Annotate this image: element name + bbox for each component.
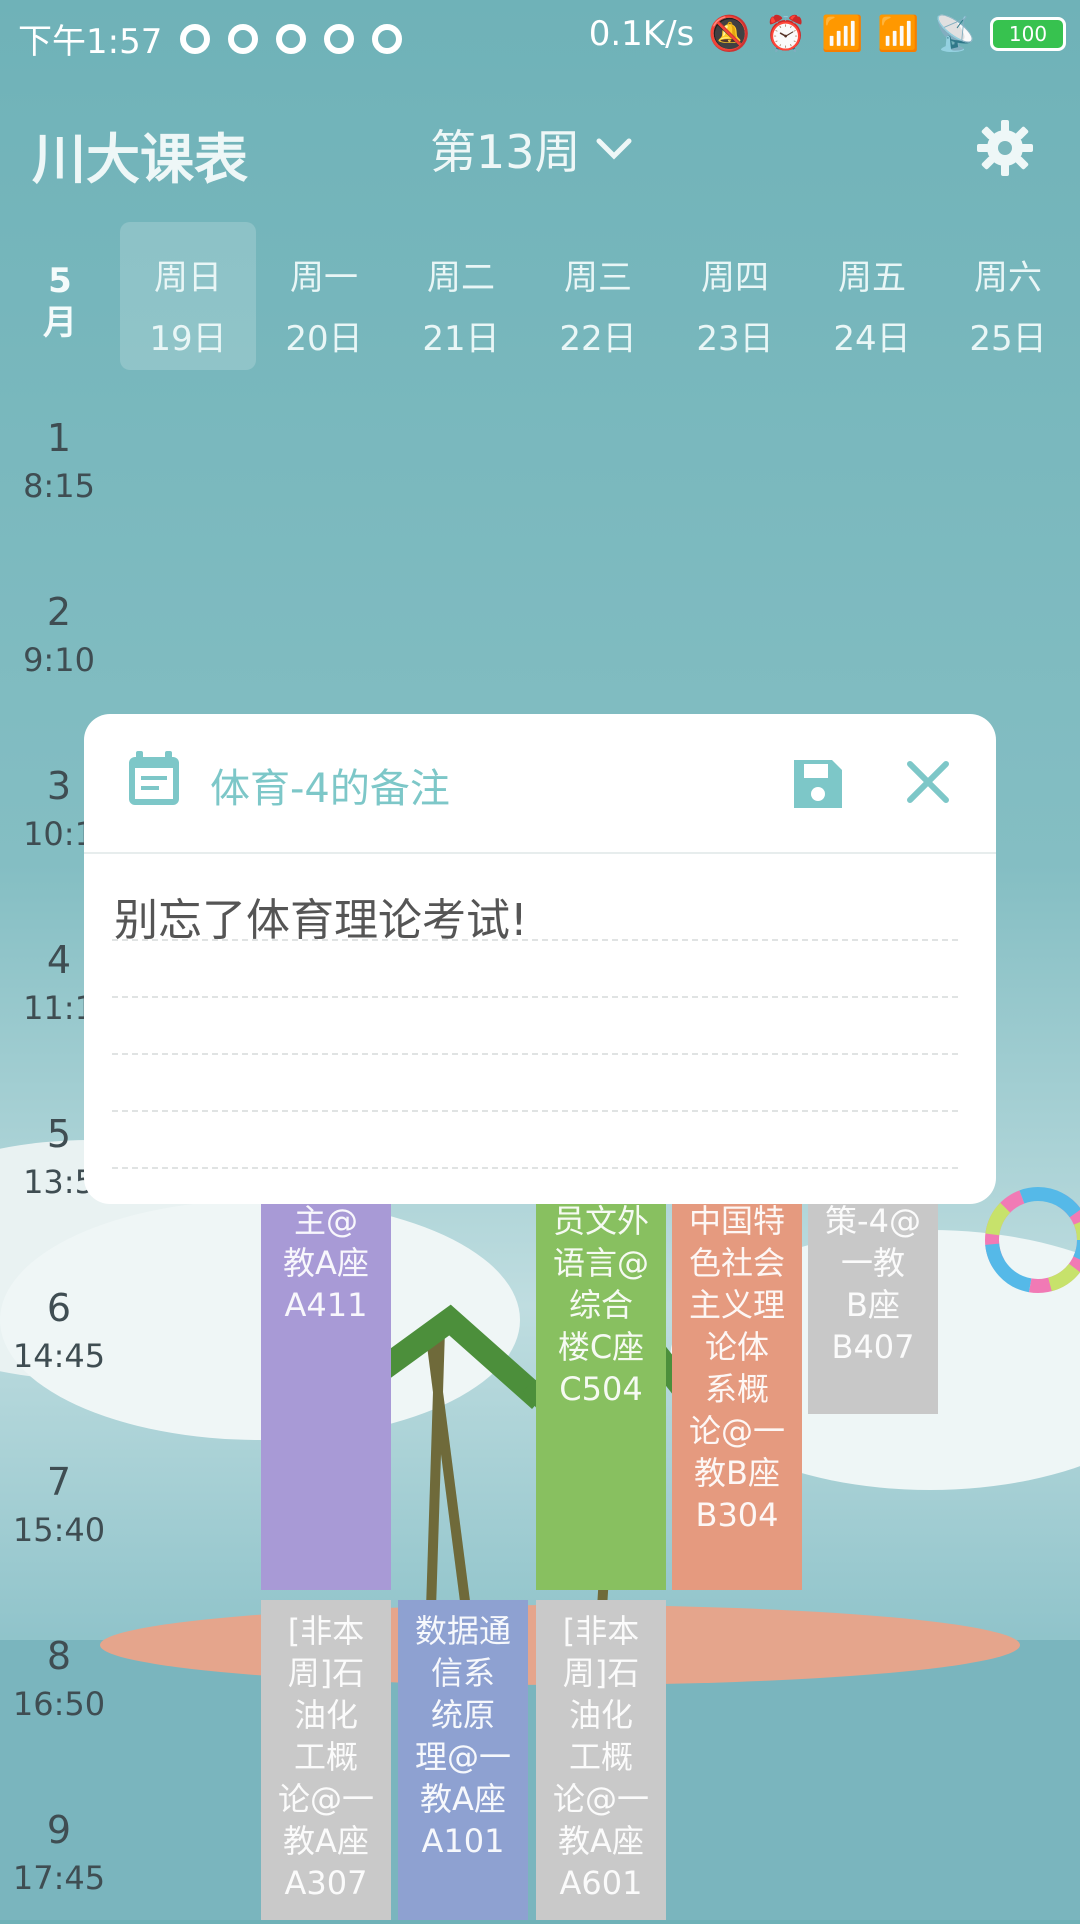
note-line — [112, 1167, 958, 1169]
battery-icon: 100 — [990, 17, 1066, 51]
period-number: 8 — [46, 1634, 72, 1678]
close-icon[interactable] — [904, 758, 952, 806]
note-line — [112, 1110, 958, 1112]
day-label: 周五 — [838, 258, 906, 298]
course-card[interactable]: 主@ 教A座 A411 — [261, 1190, 391, 1590]
course-card[interactable]: 员文外 语言@ 综合 楼C座 C504 — [536, 1190, 666, 1590]
note-dialog: 体育-4的备注 别忘了体育理论考试! — [84, 714, 996, 1204]
network-speed: 0.1K/s — [588, 14, 695, 54]
day-label: 周三 — [564, 258, 632, 298]
day-date: 19日 — [149, 319, 227, 359]
period-9: 9 17:45 — [0, 1806, 118, 1902]
week-dropdown[interactable]: 第13周 — [430, 116, 633, 182]
status-bar: 下午1:57 0.1K/s 🔕 ⏰ 📶 📶 📡 100 — [0, 0, 1080, 72]
day-label: 周日 — [154, 258, 222, 298]
course-text: [非本 周]石 油化 工概 论@一 教A座 A307 — [277, 1612, 374, 1902]
day-date: 22日 — [559, 319, 637, 359]
period-1: 1 8:15 — [0, 414, 118, 510]
month-char: 月 — [43, 303, 77, 343]
signal-icon-2: 📶 — [877, 14, 920, 54]
course-text: 员文外 语言@ 综合 楼C座 C504 — [552, 1202, 649, 1408]
day-column-sun[interactable]: 周日 19日 — [120, 222, 256, 370]
day-date: 23日 — [696, 319, 774, 359]
note-line — [112, 939, 958, 941]
mute-icon: 🔕 — [708, 14, 751, 54]
month-label: 5 月 — [28, 260, 92, 344]
chevron-down-icon — [596, 138, 632, 160]
dialog-title: 体育-4的备注 — [210, 766, 450, 812]
period-number: 2 — [46, 590, 72, 634]
day-column-fri[interactable]: 周五 24日 — [804, 222, 940, 370]
period-time: 9:10 — [23, 641, 95, 679]
notification-icon — [180, 23, 211, 54]
target-icon — [372, 23, 403, 54]
course-text: 主@ 教A座 A411 — [283, 1202, 369, 1324]
day-column-mon[interactable]: 周一 20日 — [256, 222, 392, 370]
note-line — [112, 996, 958, 998]
course-text: [非本 周]石 油化 工概 论@一 教A座 A601 — [552, 1612, 649, 1902]
day-date: 24日 — [833, 319, 911, 359]
day-date: 25日 — [969, 319, 1047, 359]
day-date: 21日 — [422, 319, 500, 359]
course-card[interactable]: 中国特 色社会 主义理 论体 系概 论@一 教B座 B304 — [672, 1190, 802, 1590]
day-label: 周二 — [427, 258, 495, 298]
course-card[interactable]: 策-4@ 一教 B座 B407 — [808, 1190, 938, 1414]
course-card[interactable]: [非本 周]石 油化 工概 论@一 教A座 A307 — [261, 1600, 391, 1920]
loading-icon — [276, 23, 307, 54]
period-8: 8 16:50 — [0, 1632, 118, 1728]
refresh-ring-icon[interactable] — [978, 1180, 1080, 1300]
course-card[interactable]: 数据通 信系 统原 理@一 教A座 A101 — [398, 1600, 528, 1920]
period-6: 6 14:45 — [0, 1284, 118, 1380]
day-label: 周四 — [701, 258, 769, 298]
month-number: 5 — [48, 261, 72, 301]
period-time: 15:40 — [12, 1511, 106, 1549]
notification-icon-2 — [228, 23, 259, 54]
day-column-tue[interactable]: 周二 21日 — [393, 222, 529, 370]
period-time: 17:45 — [12, 1859, 106, 1897]
day-column-thu[interactable]: 周四 23日 — [667, 222, 803, 370]
wifi-icon: 📡 — [933, 14, 976, 54]
add-circle-icon — [324, 23, 355, 54]
period-number: 9 — [46, 1808, 72, 1852]
signal-icon: 📶 — [820, 14, 864, 54]
alarm-icon: ⏰ — [764, 14, 807, 54]
period-7: 7 15:40 — [0, 1458, 118, 1554]
course-text: 策-4@ 一教 B座 B407 — [825, 1202, 921, 1366]
course-card[interactable]: [非本 周]石 油化 工概 论@一 教A座 A601 — [536, 1600, 666, 1920]
week-label: 第13周 — [430, 125, 581, 179]
course-text: 中国特 色社会 主义理 论体 系概 论@一 教B座 B304 — [688, 1202, 785, 1534]
course-text: 数据通 信系 统原 理@一 教A座 A101 — [414, 1612, 511, 1860]
calendar-icon — [129, 751, 179, 805]
dialog-header: 体育-4的备注 — [84, 714, 996, 854]
day-column-sat[interactable]: 周六 25日 — [940, 222, 1076, 370]
period-number: 7 — [46, 1460, 72, 1504]
day-label: 周六 — [974, 258, 1042, 298]
period-time: 8:15 — [23, 467, 95, 505]
period-number: 6 — [46, 1286, 72, 1330]
note-line — [112, 1053, 958, 1055]
period-number: 1 — [46, 416, 72, 460]
period-2: 2 9:10 — [0, 588, 118, 684]
app-title: 川大课表 — [32, 128, 248, 191]
gear-icon[interactable] — [975, 118, 1035, 178]
status-time: 下午1:57 — [18, 22, 163, 62]
save-icon[interactable] — [790, 756, 846, 812]
day-column-wed[interactable]: 周三 22日 — [530, 222, 666, 370]
day-date: 20日 — [285, 319, 363, 359]
period-time: 14:45 — [12, 1337, 106, 1375]
period-time: 16:50 — [12, 1685, 106, 1723]
day-label: 周一 — [290, 258, 358, 298]
